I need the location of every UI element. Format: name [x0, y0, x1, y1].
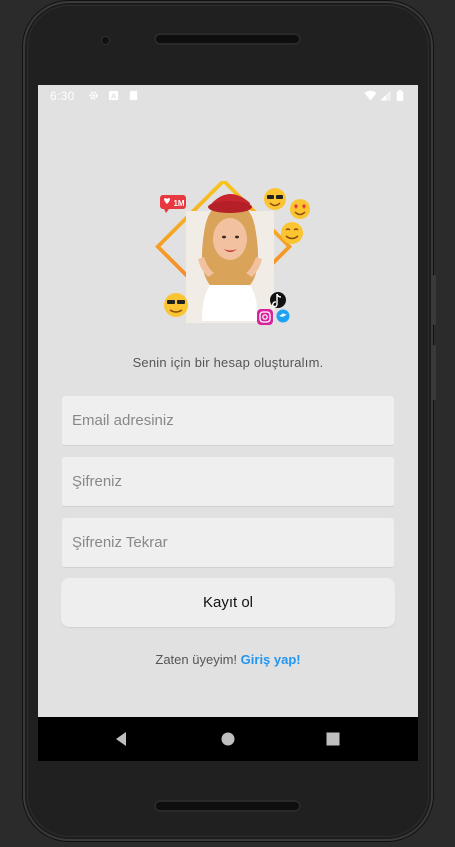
navigation-bar	[38, 717, 418, 761]
sunglasses-emoji-icon	[264, 188, 286, 210]
register-button[interactable]: Kayıt ol	[61, 578, 395, 627]
status-bar: 6:30 A	[38, 85, 418, 107]
volume-button	[433, 345, 436, 400]
cool-emoji-icon	[164, 293, 188, 317]
smile-emoji-icon	[281, 222, 303, 244]
front-camera	[101, 36, 110, 45]
email-field[interactable]	[62, 396, 394, 446]
power-button	[433, 275, 436, 325]
likes-badge: 1M	[160, 195, 186, 213]
settings-icon	[89, 91, 98, 100]
home-circle-icon[interactable]	[218, 729, 238, 749]
battery-icon	[396, 90, 404, 101]
tiktok-icon	[270, 292, 286, 308]
app-screen: 6:30 A 1M Senin için bir hesap oluştural…	[38, 85, 418, 761]
signal-icon	[380, 90, 391, 101]
top-speaker	[154, 33, 301, 45]
instagram-icon	[257, 309, 273, 325]
notification-a-icon: A	[108, 90, 119, 101]
svg-text:A: A	[111, 92, 117, 101]
wifi-icon	[364, 90, 377, 101]
login-prompt: Zaten üyeyim! Giriş yap!	[38, 652, 418, 667]
status-time: 6:30	[50, 89, 75, 103]
login-prompt-text: Zaten üyeyim!	[155, 652, 238, 667]
password-field[interactable]	[62, 457, 394, 507]
login-link[interactable]: Giriş yap!	[241, 652, 301, 667]
hero-illustration: 1M	[155, 181, 310, 325]
recents-square-icon[interactable]	[323, 729, 343, 749]
twitter-icon	[276, 309, 290, 323]
back-triangle-icon[interactable]	[112, 729, 132, 749]
password-repeat-field[interactable]	[62, 518, 394, 568]
sd-card-icon	[129, 90, 138, 101]
bottom-speaker	[154, 800, 301, 812]
heart-eyes-emoji-icon	[290, 199, 310, 219]
svg-text:1M: 1M	[173, 199, 184, 208]
signup-subtitle: Senin için bir hesap oluşturalım.	[132, 355, 324, 370]
